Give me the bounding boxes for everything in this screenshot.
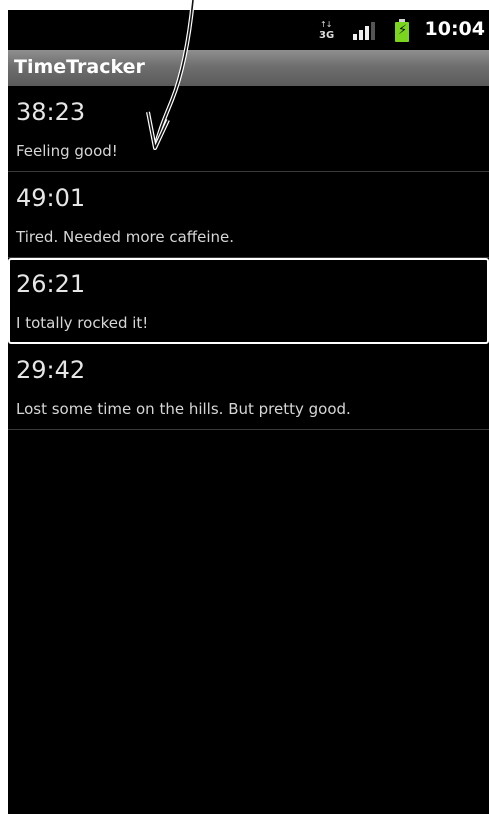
entry-time: 49:01	[16, 184, 86, 212]
phone-screen: ↑↓ 3G ⚡ 10:04 TimeTracker 38:23 Feeling …	[8, 10, 489, 814]
entry-time: 29:42	[16, 356, 86, 384]
status-bar: ↑↓ 3G ⚡ 10:04	[8, 10, 489, 50]
signal-strength-icon	[353, 22, 377, 40]
status-clock: 10:04	[424, 18, 485, 40]
entry-note: Tired. Needed more caffeine.	[16, 228, 235, 246]
list-item[interactable]: 38:23 Feeling good!	[8, 86, 489, 172]
list-item[interactable]: 49:01 Tired. Needed more caffeine.	[8, 172, 489, 258]
battery-charging-icon: ⚡	[395, 19, 409, 42]
entry-time: 38:23	[16, 98, 86, 126]
app-title-bar: TimeTracker	[8, 50, 489, 86]
entry-note: Lost some time on the hills. But pretty …	[16, 400, 351, 418]
list-item-selected[interactable]: 26:21 I totally rocked it!	[8, 258, 489, 344]
entry-note: Feeling good!	[16, 142, 118, 160]
app-title: TimeTracker	[14, 56, 145, 78]
time-entry-list: 38:23 Feeling good! 49:01 Tired. Needed …	[8, 86, 489, 430]
list-item[interactable]: 29:42 Lost some time on the hills. But p…	[8, 344, 489, 430]
entry-note: I totally rocked it!	[16, 314, 149, 332]
network-3g-icon: ↑↓ 3G	[319, 20, 335, 42]
entry-time: 26:21	[16, 270, 86, 298]
